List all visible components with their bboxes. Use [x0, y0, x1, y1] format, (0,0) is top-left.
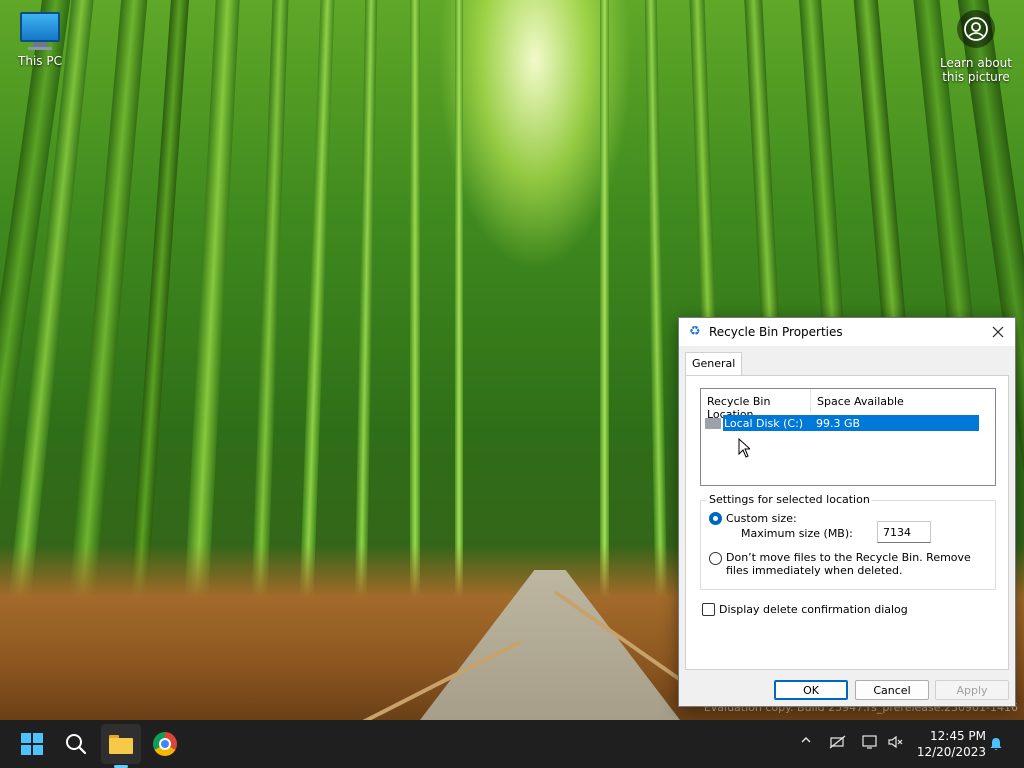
- start-button[interactable]: [12, 724, 52, 764]
- search-icon: [66, 734, 87, 755]
- confirm-dialog-option[interactable]: Display delete confirmation dialog: [702, 603, 908, 616]
- volume-muted-icon[interactable]: [886, 734, 906, 754]
- custom-size-radio[interactable]: [709, 512, 722, 525]
- dialog-titlebar[interactable]: ♻ Recycle Bin Properties: [679, 318, 1015, 346]
- learn-about-picture-desktop-icon[interactable]: Learn about this picture: [936, 10, 1016, 84]
- chevron-up-icon[interactable]: [796, 734, 816, 750]
- settings-groupbox: Settings for selected location Custom si…: [700, 493, 996, 590]
- confirm-dialog-checkbox[interactable]: [702, 603, 715, 616]
- recycle-bin-icon: ♻: [689, 324, 701, 339]
- max-size-label: Maximum size (MB):: [741, 527, 853, 540]
- close-icon: [992, 326, 1004, 338]
- ok-button[interactable]: OK: [774, 680, 848, 700]
- location-list[interactable]: Recycle Bin Location Space Available Loc…: [700, 388, 996, 486]
- tab-bar: General: [685, 352, 743, 376]
- dialog-title: Recycle Bin Properties: [709, 325, 843, 339]
- camera-info-icon: [957, 10, 995, 48]
- settings-group-label: Settings for selected location: [707, 493, 872, 506]
- chrome-button[interactable]: [145, 724, 185, 764]
- clock-time: 12:45 PM: [930, 729, 986, 743]
- general-tab-panel: Recycle Bin Location Space Available Loc…: [685, 375, 1009, 670]
- column-header-space[interactable]: Space Available: [811, 389, 904, 413]
- drive-icon: [705, 417, 721, 429]
- space-cell: 99.3 GB: [816, 416, 861, 430]
- cancel-button[interactable]: Cancel: [855, 680, 929, 700]
- clock-date: 12/20/2023: [916, 745, 986, 759]
- taskbar-clock[interactable]: 12:45 PM 12/20/2023: [914, 728, 986, 760]
- this-pc-label: This PC: [18, 54, 62, 68]
- display-icon[interactable]: [860, 734, 880, 754]
- selected-row-highlight: Local Disk (C:) 99.3 GB: [723, 415, 979, 431]
- chrome-icon: [153, 732, 177, 756]
- custom-size-label: Custom size:: [726, 512, 797, 525]
- recycle-bin-properties-dialog: ♻ Recycle Bin Properties General Recycle…: [678, 317, 1016, 707]
- column-header-location[interactable]: Recycle Bin Location: [701, 389, 811, 421]
- mouse-cursor-icon: [738, 438, 750, 458]
- notification-bell-icon[interactable]: [988, 736, 1004, 752]
- location-cell: Local Disk (C:): [724, 416, 804, 430]
- custom-size-option[interactable]: Custom size:: [709, 512, 797, 525]
- list-header: Recycle Bin Location Space Available: [701, 389, 995, 421]
- network-icon[interactable]: [828, 734, 848, 754]
- confirm-dialog-label: Display delete confirmation dialog: [719, 603, 908, 616]
- start-icon: [21, 733, 43, 755]
- list-item[interactable]: Local Disk (C:) 99.3 GB: [705, 415, 979, 431]
- tab-general[interactable]: General: [685, 352, 743, 376]
- file-explorer-button[interactable]: [101, 724, 141, 764]
- this-pc-desktop-icon[interactable]: This PC: [8, 8, 72, 68]
- close-button[interactable]: [981, 318, 1015, 346]
- file-explorer-icon: [109, 734, 133, 754]
- search-button[interactable]: [56, 724, 96, 764]
- dont-move-label: Don’t move files to the Recycle Bin. Rem…: [726, 551, 971, 577]
- dont-move-radio[interactable]: [709, 552, 722, 565]
- learn-about-picture-label: Learn about this picture: [940, 56, 1012, 84]
- apply-button[interactable]: Apply: [935, 680, 1009, 700]
- max-size-input[interactable]: 7134: [877, 521, 931, 543]
- monitor-icon: [8, 12, 72, 50]
- dont-move-option[interactable]: Don’t move files to the Recycle Bin. Rem…: [709, 551, 976, 577]
